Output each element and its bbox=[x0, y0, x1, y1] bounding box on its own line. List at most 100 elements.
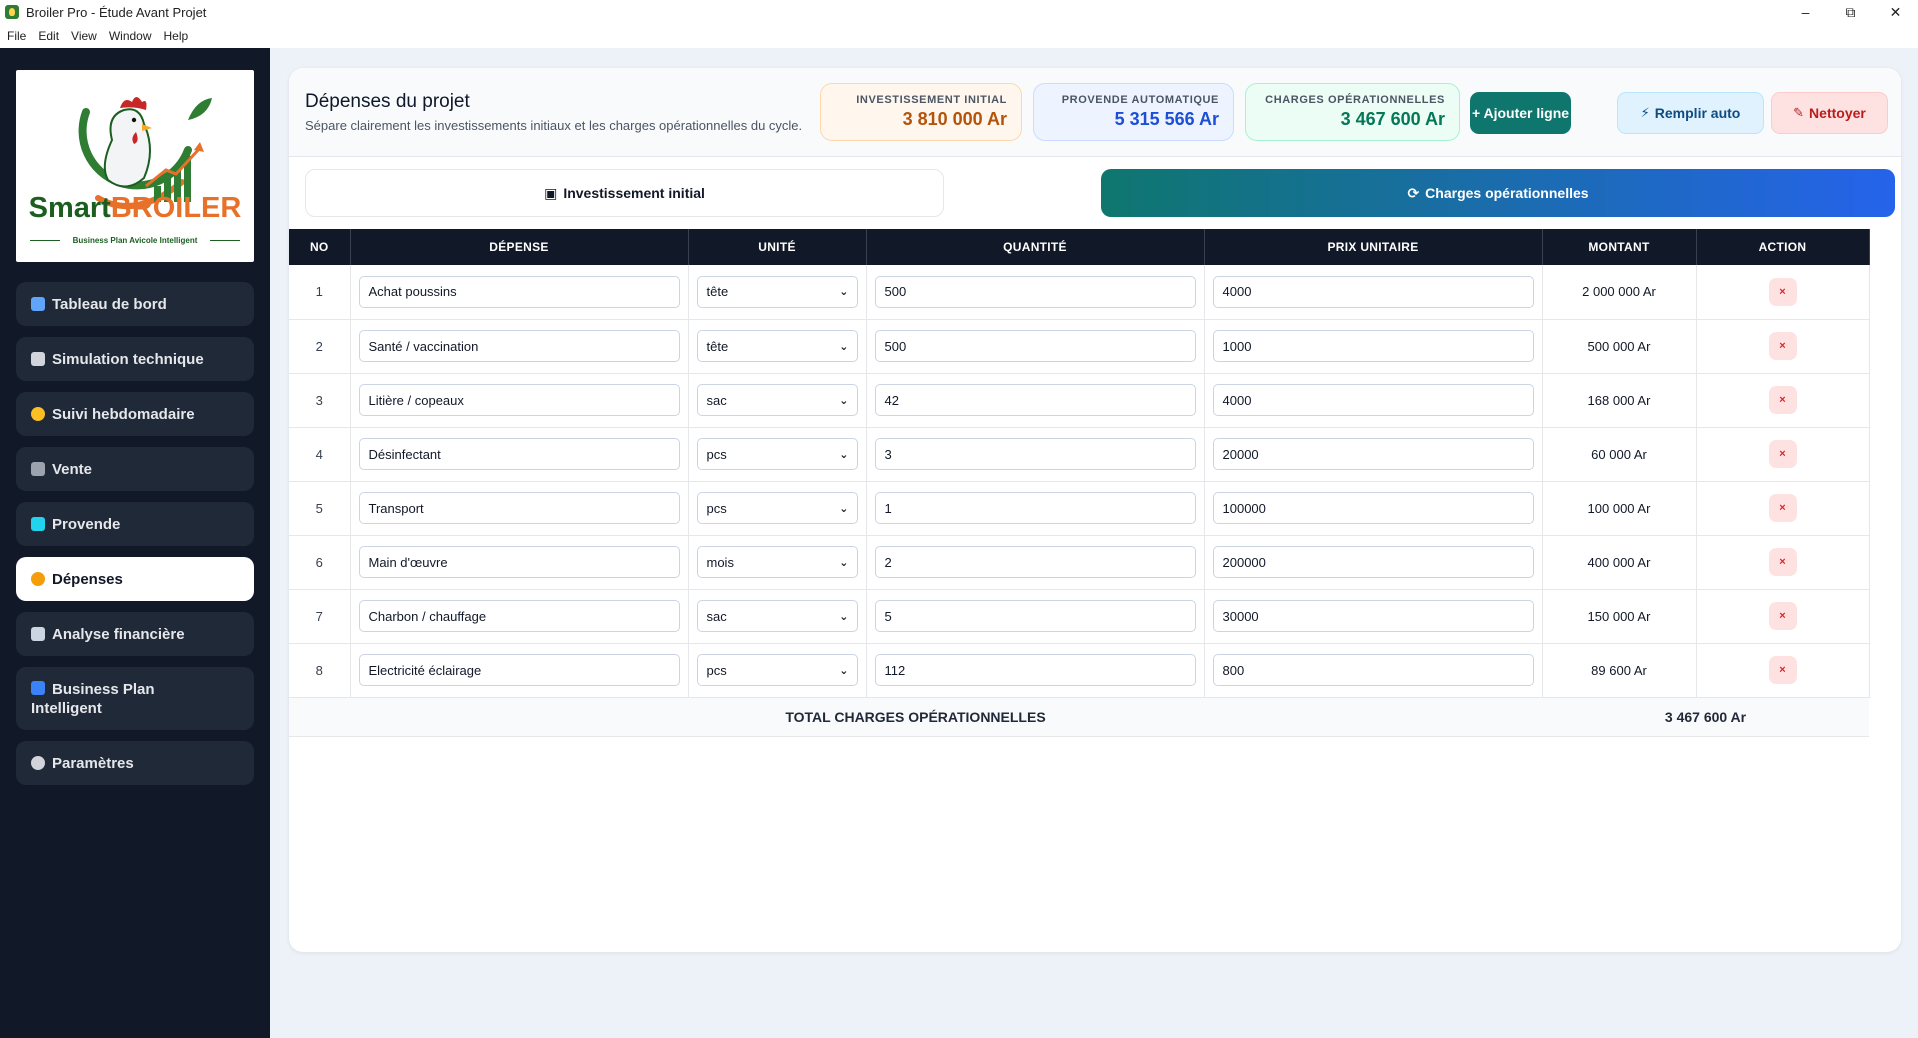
menu-edit[interactable]: Edit bbox=[38, 29, 59, 43]
depense-input[interactable]: Main d'œuvre bbox=[358, 546, 680, 578]
action-cell: × bbox=[1696, 481, 1870, 536]
sidebar-item-label: Simulation technique bbox=[52, 350, 204, 368]
quantite-input[interactable]: 500 bbox=[874, 275, 1196, 308]
unite-cell: sac ⌄ bbox=[688, 589, 867, 644]
prix-input[interactable]: 20000 bbox=[1212, 438, 1534, 470]
row-number: 6 bbox=[289, 535, 351, 590]
depense-input[interactable]: Achat poussins bbox=[358, 275, 680, 308]
chevron-down-icon: ⌄ bbox=[839, 502, 849, 515]
expenses-table: NO DÉPENSE UNITÉ QUANTITÉ PRIX UNITAIRE … bbox=[289, 229, 1870, 737]
unite-select[interactable]: tête ⌄ bbox=[696, 330, 858, 362]
menu-help[interactable]: Help bbox=[164, 29, 189, 43]
montant-value: 100 000 Ar bbox=[1542, 481, 1697, 536]
tab-investissement-initial[interactable]: ▣ Investissement initial bbox=[305, 169, 944, 217]
row-number: 4 bbox=[289, 427, 351, 482]
depense-input[interactable]: Santé / vaccination bbox=[358, 330, 680, 362]
tab-charges-operationnelles[interactable]: ⟳ Charges opérationnelles bbox=[1101, 169, 1895, 217]
prix-input[interactable]: 1000 bbox=[1212, 330, 1534, 362]
unite-select[interactable]: mois ⌄ bbox=[696, 546, 858, 578]
delete-row-button[interactable]: × bbox=[1768, 656, 1797, 684]
sidebar: SmartBROILER Business Plan Avicole Intel… bbox=[0, 48, 270, 1038]
delete-row-button[interactable]: × bbox=[1768, 277, 1797, 306]
quantite-input[interactable]: 112 bbox=[874, 654, 1196, 686]
unite-select[interactable]: pcs ⌄ bbox=[696, 438, 858, 470]
unite-select[interactable]: sac ⌄ bbox=[696, 384, 858, 416]
logo-brand-left: Smart bbox=[28, 192, 111, 224]
sidebar-item-tableau-de-bord[interactable]: Tableau de bord bbox=[16, 282, 254, 326]
clean-label: Nettoyer bbox=[1809, 105, 1866, 121]
montant-value: 2 000 000 Ar bbox=[1542, 265, 1697, 320]
refresh-icon: ⟳ bbox=[1407, 184, 1420, 201]
unite-cell: tête ⌄ bbox=[688, 319, 867, 374]
auto-fill-button[interactable]: ⚡ Remplir auto bbox=[1617, 92, 1764, 134]
sidebar-item-vente[interactable]: Vente bbox=[16, 447, 254, 491]
stat-investissement-initial: INVESTISSEMENT INITIAL 3 810 000 Ar bbox=[820, 83, 1022, 141]
prix-input[interactable]: 4000 bbox=[1212, 384, 1534, 416]
depense-cell: Achat poussins bbox=[350, 265, 689, 320]
prix-input[interactable]: 30000 bbox=[1212, 600, 1534, 632]
quantite-input[interactable]: 42 bbox=[874, 384, 1196, 416]
quantite-input[interactable]: 2 bbox=[874, 546, 1196, 578]
prix-cell: 100000 bbox=[1204, 481, 1543, 536]
depense-cell: Santé / vaccination bbox=[350, 319, 689, 374]
logo-brand-right: BROILER bbox=[110, 192, 242, 224]
stat-label: CHARGES OPÉRATIONNELLES bbox=[1265, 94, 1445, 106]
montant-value: 400 000 Ar bbox=[1542, 535, 1697, 590]
bank-icon bbox=[31, 627, 45, 641]
quantite-cell: 500 bbox=[866, 265, 1205, 320]
table-row: 6 Main d'œuvre mois ⌄ 2 200000 400 000 Ar… bbox=[289, 535, 1870, 590]
quantite-input[interactable]: 3 bbox=[874, 438, 1196, 470]
depense-input[interactable]: Electricité éclairage bbox=[358, 654, 680, 686]
gear-icon bbox=[31, 756, 45, 770]
close-icon[interactable]: ✕ bbox=[1873, 0, 1918, 24]
prix-input[interactable]: 800 bbox=[1212, 654, 1534, 686]
sidebar-item-label: Business Plan Intelligent bbox=[31, 680, 155, 718]
delete-row-button[interactable]: × bbox=[1768, 386, 1797, 414]
sidebar-item-parametres[interactable]: Paramètres bbox=[16, 741, 254, 785]
delete-row-button[interactable]: × bbox=[1768, 440, 1797, 468]
col-header-montant: MONTANT bbox=[1542, 229, 1697, 265]
sidebar-item-provende[interactable]: Provende bbox=[16, 502, 254, 546]
row-number: 1 bbox=[289, 265, 351, 320]
prix-input[interactable]: 4000 bbox=[1212, 275, 1534, 308]
minimize-icon[interactable]: – bbox=[1783, 0, 1828, 24]
unite-select[interactable]: pcs ⌄ bbox=[696, 654, 858, 686]
delete-row-button[interactable]: × bbox=[1768, 548, 1797, 576]
logo-rule-right bbox=[210, 240, 240, 241]
depense-cell: Electricité éclairage bbox=[350, 643, 689, 698]
sidebar-item-label: Paramètres bbox=[52, 754, 134, 772]
sidebar-item-suivi-hebdomadaire[interactable]: Suivi hebdomadaire bbox=[16, 392, 254, 436]
card-header: Dépenses du projet Sépare clairement les… bbox=[289, 68, 1901, 157]
sidebar-item-business-plan[interactable]: Business Plan Intelligent bbox=[16, 667, 254, 730]
quantite-input[interactable]: 5 bbox=[874, 600, 1196, 632]
depense-input[interactable]: Transport bbox=[358, 492, 680, 524]
unite-select[interactable]: tête ⌄ bbox=[696, 275, 858, 308]
add-line-button[interactable]: + Ajouter ligne bbox=[1470, 92, 1571, 134]
menu-file[interactable]: File bbox=[7, 29, 26, 43]
menu-view[interactable]: View bbox=[71, 29, 97, 43]
unite-select[interactable]: sac ⌄ bbox=[696, 600, 858, 632]
unite-value: mois bbox=[706, 554, 734, 570]
depense-input[interactable]: Désinfectant bbox=[358, 438, 680, 470]
depense-input[interactable]: Charbon / chauffage bbox=[358, 600, 680, 632]
menu-window[interactable]: Window bbox=[109, 29, 152, 43]
clean-button[interactable]: ✎ Nettoyer bbox=[1771, 92, 1888, 134]
quantite-input[interactable]: 1 bbox=[874, 492, 1196, 524]
table-header-row: NO DÉPENSE UNITÉ QUANTITÉ PRIX UNITAIRE … bbox=[289, 229, 1870, 265]
prix-input[interactable]: 200000 bbox=[1212, 546, 1534, 578]
delete-row-button[interactable]: × bbox=[1768, 494, 1797, 522]
quantite-cell: 42 bbox=[866, 373, 1205, 428]
depense-cell: Main d'œuvre bbox=[350, 535, 689, 590]
sidebar-item-depenses[interactable]: Dépenses bbox=[16, 557, 254, 601]
prix-input[interactable]: 100000 bbox=[1212, 492, 1534, 524]
delete-row-button[interactable]: × bbox=[1768, 602, 1797, 630]
page-subtitle: Sépare clairement les investissements in… bbox=[305, 118, 803, 133]
unite-select[interactable]: pcs ⌄ bbox=[696, 492, 858, 524]
row-number: 8 bbox=[289, 643, 351, 698]
depense-input[interactable]: Litière / copeaux bbox=[358, 384, 680, 416]
quantite-input[interactable]: 500 bbox=[874, 330, 1196, 362]
sidebar-item-simulation-technique[interactable]: Simulation technique bbox=[16, 337, 254, 381]
maximize-icon[interactable]: ⧉ bbox=[1828, 0, 1873, 24]
sidebar-item-analyse-financiere[interactable]: Analyse financière bbox=[16, 612, 254, 656]
delete-row-button[interactable]: × bbox=[1768, 332, 1797, 360]
